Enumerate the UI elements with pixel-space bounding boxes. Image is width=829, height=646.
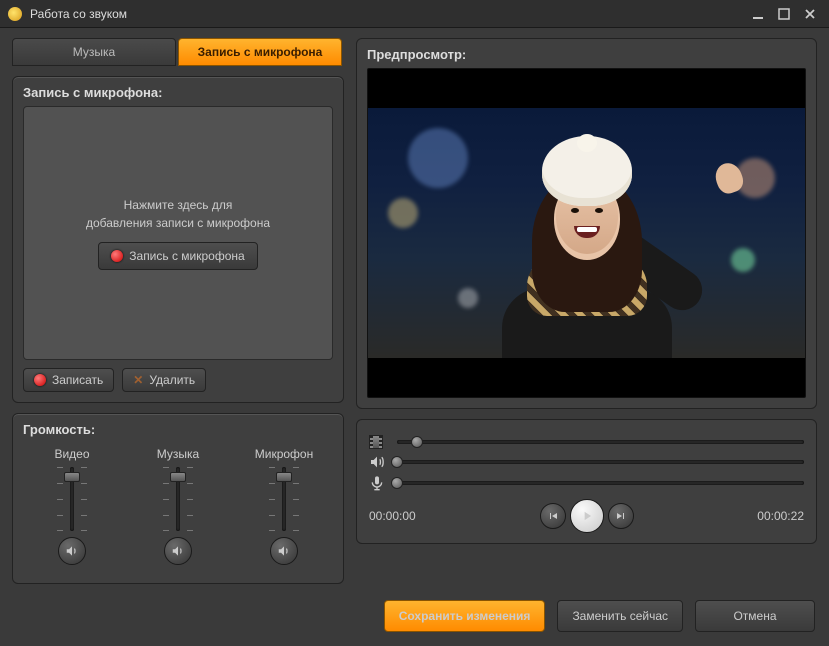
volume-video: Видео bbox=[27, 447, 117, 565]
left-column: Музыка Запись с микрофона Запись с микро… bbox=[12, 38, 344, 586]
next-button[interactable] bbox=[608, 503, 634, 529]
volume-thumb[interactable] bbox=[391, 456, 403, 468]
record-button[interactable]: Записать bbox=[23, 368, 114, 392]
preview-title: Предпросмотр: bbox=[367, 47, 806, 62]
slider-thumb[interactable] bbox=[64, 472, 80, 482]
record-label: Записать bbox=[52, 373, 103, 387]
mic-thumb[interactable] bbox=[391, 477, 403, 489]
volume-sliders: Видео Музыка bbox=[23, 443, 333, 573]
record-button-label: Запись с микрофона bbox=[129, 249, 244, 263]
playback-controls-panel: 00:00:00 00:00:22 bbox=[356, 419, 817, 544]
recording-hint: Нажмите здесь для добавления записи с ми… bbox=[86, 196, 270, 232]
microphone-icon bbox=[369, 475, 387, 491]
record-icon bbox=[34, 374, 46, 386]
tabs: Музыка Запись с микрофона bbox=[12, 38, 344, 66]
recording-drop-area[interactable]: Нажмите здесь для добавления записи с ми… bbox=[23, 106, 333, 360]
mute-video-button[interactable] bbox=[58, 537, 86, 565]
window-title: Работа со звуком bbox=[30, 7, 743, 21]
speaker-icon bbox=[369, 454, 387, 470]
prev-button[interactable] bbox=[540, 503, 566, 529]
minimize-button[interactable] bbox=[747, 5, 769, 23]
volume-music: Музыка bbox=[133, 447, 223, 565]
save-label: Сохранить изменения bbox=[399, 609, 531, 623]
cancel-label: Отмена bbox=[733, 609, 776, 623]
delete-button[interactable]: ✕ Удалить bbox=[122, 368, 206, 392]
cancel-button[interactable]: Отмена bbox=[695, 600, 815, 632]
volume-mic-slider[interactable] bbox=[269, 467, 299, 531]
volume-slider[interactable] bbox=[397, 457, 804, 467]
maximize-button[interactable] bbox=[773, 5, 795, 23]
volume-row bbox=[369, 454, 804, 470]
hint-line-1: Нажмите здесь для bbox=[124, 198, 233, 212]
app-window: Работа со звуком Музыка Запись с микрофо… bbox=[0, 0, 829, 646]
replace-label: Заменить сейчас bbox=[572, 609, 668, 623]
time-current: 00:00:00 bbox=[369, 509, 439, 523]
footer: Сохранить изменения Заменить сейчас Отме… bbox=[0, 590, 829, 646]
seek-thumb[interactable] bbox=[411, 436, 423, 448]
volume-video-label: Видео bbox=[54, 447, 89, 461]
mic-panel-title: Запись с микрофона: bbox=[23, 85, 333, 100]
volume-music-slider[interactable] bbox=[163, 467, 193, 531]
mic-slider[interactable] bbox=[397, 478, 804, 488]
volume-video-slider[interactable] bbox=[57, 467, 87, 531]
mute-music-button[interactable] bbox=[164, 537, 192, 565]
preview-panel: Предпросмотр: bbox=[356, 38, 817, 409]
transport-bar: 00:00:00 00:00:22 bbox=[369, 499, 804, 533]
content-area: Музыка Запись с микрофона Запись с микро… bbox=[0, 28, 829, 590]
hint-line-2: добавления записи с микрофона bbox=[86, 216, 270, 230]
volume-mic: Микрофон bbox=[239, 447, 329, 565]
slider-thumb[interactable] bbox=[170, 472, 186, 482]
seek-slider[interactable] bbox=[397, 437, 804, 447]
slider-thumb[interactable] bbox=[276, 472, 292, 482]
volume-music-label: Музыка bbox=[157, 447, 199, 461]
mic-row bbox=[369, 475, 804, 491]
video-frame bbox=[368, 108, 805, 358]
close-button[interactable] bbox=[799, 5, 821, 23]
replace-now-button[interactable]: Заменить сейчас bbox=[557, 600, 683, 632]
seek-row bbox=[369, 435, 804, 449]
video-preview[interactable] bbox=[367, 68, 806, 398]
save-button[interactable]: Сохранить изменения bbox=[384, 600, 546, 632]
tab-microphone[interactable]: Запись с микрофона bbox=[178, 38, 342, 66]
record-icon bbox=[111, 250, 123, 262]
record-from-mic-button[interactable]: Запись с микрофона bbox=[98, 242, 257, 270]
delete-label: Удалить bbox=[149, 373, 195, 387]
delete-icon: ✕ bbox=[133, 373, 143, 387]
app-icon bbox=[8, 7, 22, 21]
right-column: Предпросмотр: bbox=[356, 38, 817, 586]
time-total: 00:00:22 bbox=[734, 509, 804, 523]
mute-mic-button[interactable] bbox=[270, 537, 298, 565]
mic-record-panel: Запись с микрофона: Нажмите здесь для до… bbox=[12, 76, 344, 403]
film-icon bbox=[369, 435, 387, 449]
transport-buttons bbox=[540, 499, 634, 533]
titlebar: Работа со звуком bbox=[0, 0, 829, 28]
record-actions-row: Записать ✕ Удалить bbox=[23, 368, 333, 392]
volume-panel: Громкость: Видео Муз bbox=[12, 413, 344, 584]
tab-music[interactable]: Музыка bbox=[12, 38, 176, 66]
volume-panel-title: Громкость: bbox=[23, 422, 333, 437]
play-button[interactable] bbox=[570, 499, 604, 533]
volume-mic-label: Микрофон bbox=[255, 447, 313, 461]
